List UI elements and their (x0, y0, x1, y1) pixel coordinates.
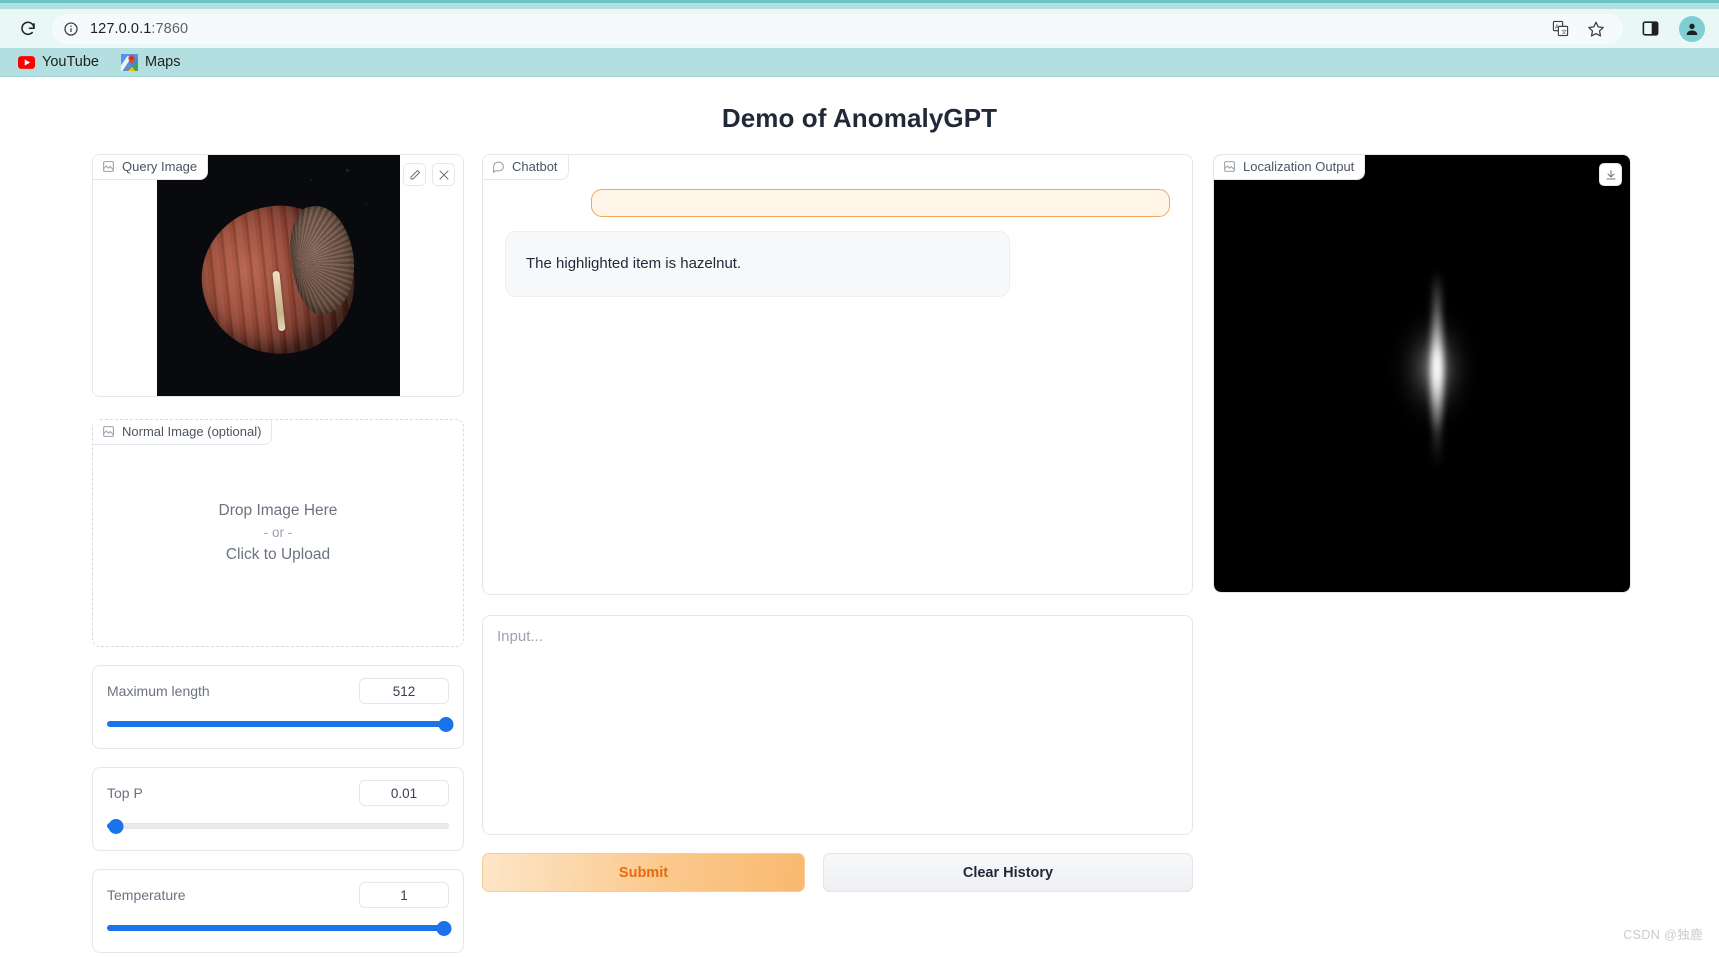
localization-output-label: Localization Output (1214, 155, 1366, 180)
query-image-stage (93, 155, 463, 396)
normal-image-label-text: Normal Image (optional) (122, 424, 262, 439)
query-image-photo (156, 155, 400, 396)
left-column: Query Image Normal Image (optional) Drop… (92, 154, 464, 953)
submit-button[interactable]: Submit (482, 853, 805, 892)
browser-toolbar: 127.0.0.1:7860 A 文 (0, 9, 1719, 48)
site-info-icon[interactable] (60, 18, 82, 40)
profile-avatar-icon[interactable] (1679, 15, 1705, 42)
slider-maximum-length-track[interactable] (107, 716, 454, 732)
chatbot-label-text: Chatbot (512, 159, 558, 174)
chat-bubble-bot: The highlighted item is hazelnut. (505, 231, 1011, 297)
dropzone-or-text: - or - (263, 524, 293, 540)
gradio-app: Demo of AnomalyGPT Query Image Normal Im… (0, 77, 1719, 953)
chat-message-bot: The highlighted item is hazelnut. (505, 231, 1170, 297)
address-bar-text: 127.0.0.1:7860 (90, 21, 188, 37)
image-icon (103, 161, 114, 172)
address-bar[interactable]: 127.0.0.1:7860 A 文 (52, 13, 1623, 44)
reload-icon[interactable] (14, 15, 42, 43)
center-column: Chatbot The highlighted item is hazelnut… (464, 154, 1193, 892)
bookmark-star-icon[interactable] (1585, 18, 1607, 40)
address-bar-host: 127.0.0.1 (90, 20, 152, 37)
slider-top-p-label: Top P (107, 785, 143, 801)
chatbot-label: Chatbot (483, 155, 569, 180)
chatbot-panel: Chatbot The highlighted item is hazelnut… (482, 154, 1193, 595)
slider-maximum-length-label: Maximum length (107, 683, 210, 699)
normal-image-dropzone[interactable]: Normal Image (optional) Drop Image Here … (92, 419, 464, 647)
slider-temperature-track[interactable] (107, 920, 452, 936)
bookmarks-bar: YouTube Maps (0, 48, 1719, 77)
browser-tabstrip[interactable] (0, 0, 1719, 9)
slider-top-p-value[interactable]: 0.01 (359, 780, 449, 806)
address-bar-port: :7860 (151, 20, 189, 37)
prompt-input[interactable] (497, 628, 1178, 822)
localization-output-panel[interactable]: Localization Output (1213, 154, 1631, 593)
slider-temperature-value[interactable]: 1 (359, 882, 449, 908)
chat-message-user (505, 189, 1170, 217)
svg-text:A: A (1554, 25, 1558, 31)
page-title: Demo of AnomalyGPT (721, 103, 998, 133)
query-image-panel[interactable]: Query Image (92, 154, 464, 397)
slider-top-p[interactable]: Top P 0.01 (92, 767, 464, 851)
slider-temperature[interactable]: Temperature 1 (92, 869, 464, 953)
google-maps-icon (120, 53, 138, 71)
localization-heatmap (1214, 155, 1630, 592)
action-button-row: Submit Clear History (482, 853, 1193, 892)
query-image-label-text: Query Image (122, 159, 198, 174)
dropzone-upload-text[interactable]: Click to Upload (219, 543, 338, 567)
pencil-icon[interactable] (403, 163, 426, 186)
slider-maximum-length[interactable]: Maximum length 512 (92, 665, 464, 749)
app-layout: Query Image Normal Image (optional) Drop… (0, 134, 1719, 953)
chat-bubble-icon (493, 161, 504, 173)
side-panel-icon[interactable] (1639, 18, 1661, 40)
browser-chrome: 127.0.0.1:7860 A 文 YouTube Maps (0, 0, 1719, 77)
right-column: Localization Output (1193, 154, 1631, 593)
dropzone-drop-text: Drop Image Here (218, 501, 338, 519)
close-icon[interactable] (432, 163, 455, 186)
image-icon (1224, 161, 1235, 172)
translate-icon[interactable]: A 文 (1549, 18, 1571, 40)
watermark: CSDN @独鹿 (1623, 928, 1703, 942)
bookmark-youtube-label: YouTube (42, 54, 99, 70)
bookmark-maps-label: Maps (144, 54, 181, 70)
query-image-label: Query Image (93, 155, 209, 180)
bookmark-maps[interactable]: Maps (113, 51, 188, 74)
toolbar-right-actions (1633, 15, 1705, 42)
dropzone-instructions: Drop Image Here - or - Click to Upload (219, 499, 338, 568)
youtube-icon (18, 54, 35, 71)
slider-temperature-label: Temperature (107, 887, 186, 903)
prompt-input-panel[interactable] (482, 615, 1193, 835)
slider-maximum-length-value[interactable]: 512 (359, 678, 449, 704)
query-image-toolbar (403, 163, 455, 186)
normal-image-label: Normal Image (optional) (93, 420, 273, 445)
download-icon[interactable] (1599, 163, 1622, 186)
chat-bubble-user (591, 189, 1170, 217)
hazelnut-shape (192, 196, 364, 365)
image-icon (103, 426, 114, 437)
clear-history-button[interactable]: Clear History (823, 853, 1193, 892)
localization-output-label-text: Localization Output (1243, 159, 1355, 174)
slider-top-p-track[interactable] (107, 818, 449, 834)
bookmark-youtube[interactable]: YouTube (10, 51, 107, 74)
